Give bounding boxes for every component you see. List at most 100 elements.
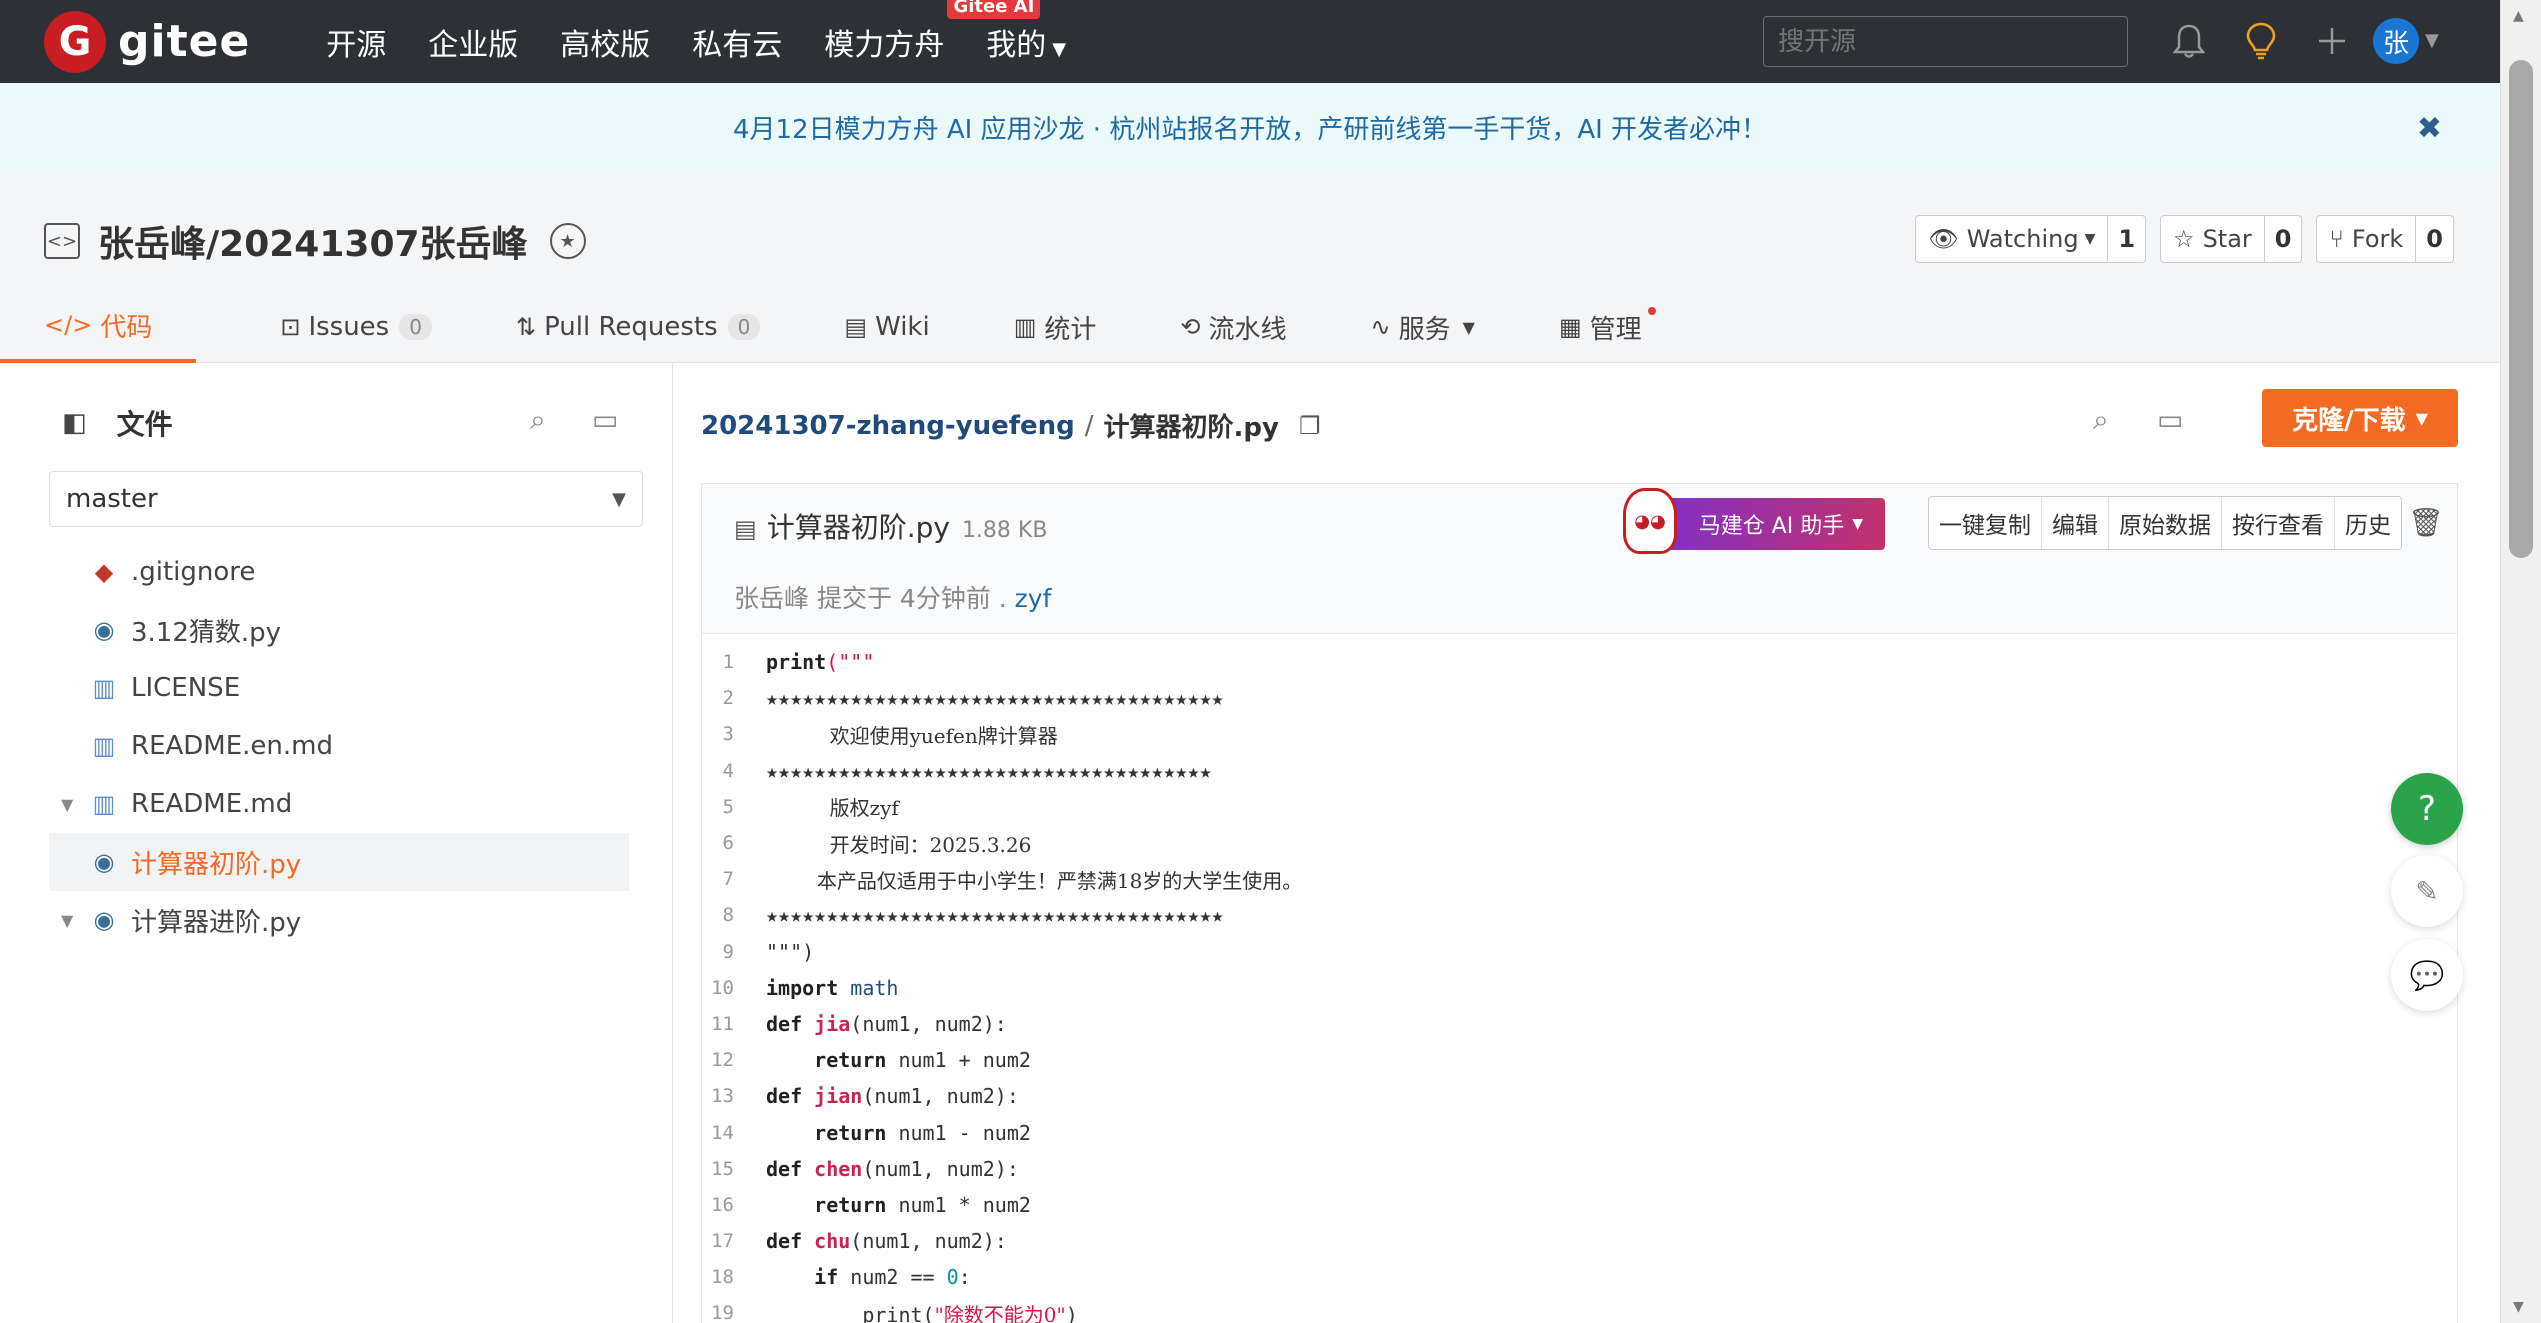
code-token: (""" (826, 650, 875, 675)
tab-pipeline[interactable]: ⟲ 流水线 (1180, 291, 1286, 363)
tree-item-calculator-basic[interactable]: ◉ 计算器初阶.py (49, 833, 629, 891)
clone-download-button[interactable]: 克隆/下载 ▼ (2262, 389, 2458, 447)
nav-link-private-cloud[interactable]: 私有云 (692, 20, 782, 64)
star-count[interactable]: 0 (2265, 216, 2302, 262)
star-button[interactable]: ☆ Star 0 (2160, 215, 2303, 263)
line-number[interactable]: 15 (702, 1158, 766, 1180)
search-icon[interactable]: ⌕ (2093, 403, 2109, 437)
tree-item-guess-number[interactable]: ◉ 3.12猜数.py (49, 601, 629, 659)
line-number[interactable]: 2 (702, 687, 766, 709)
tab-services[interactable]: ∿ 服务 ▼ (1371, 291, 1475, 363)
tree-item-readme[interactable]: ▼ ▥ README.md (49, 775, 629, 833)
gitee-logo[interactable]: G gitee (44, 10, 250, 73)
tab-code[interactable]: </> 代码 (0, 291, 197, 363)
tab-issues[interactable]: ⊡ Issues 0 (280, 291, 432, 363)
scroll-down-icon[interactable]: ▼ (2513, 1299, 2524, 1315)
tree-item-label: 计算器初阶.py (131, 849, 302, 880)
monitor-icon[interactable]: ▭ (2157, 403, 2183, 436)
user-avatar[interactable]: 张 (2373, 18, 2419, 64)
watching-button[interactable]: 👁 Watching ▼ 1 (1915, 215, 2147, 263)
repo-title[interactable]: 张岳峰/20241307张岳峰 (98, 215, 528, 267)
chat-button[interactable]: 💬 (2391, 939, 2463, 1011)
line-number[interactable]: 11 (702, 1013, 766, 1035)
scroll-thumb[interactable] (2509, 60, 2533, 558)
lightbulb-icon[interactable] (2240, 20, 2282, 62)
search-icon[interactable]: ⌕ (530, 403, 546, 437)
tree-item-gitignore[interactable]: ◆ .gitignore (49, 543, 629, 601)
edit-button[interactable]: 编辑 (2042, 497, 2109, 549)
sidebar-toggle-icon[interactable]: ◧ (62, 408, 87, 438)
line-number[interactable]: 7 (702, 868, 766, 890)
badge-icon[interactable]: ★ (549, 223, 586, 259)
plus-icon[interactable] (2311, 20, 2353, 62)
avatar-chevron-down-icon[interactable]: ▼ (2425, 30, 2439, 51)
fork-count[interactable]: 0 (2416, 216, 2453, 262)
code-token: chen (814, 1156, 863, 1181)
line-number[interactable]: 19 (702, 1302, 766, 1323)
line-number[interactable]: 9 (702, 941, 766, 963)
tab-manage[interactable]: ▦ 管理 (1559, 291, 1656, 363)
blame-button[interactable]: 按行查看 (2222, 497, 2335, 549)
nav-link-mine[interactable]: 我的 ▼ (986, 20, 1066, 64)
nav-link-education[interactable]: 高校版 (560, 20, 650, 64)
copy-all-button[interactable]: 一键复制 (1929, 497, 2042, 549)
nav-link-enterprise[interactable]: 企业版 (428, 20, 518, 64)
search-input[interactable] (1763, 16, 2128, 67)
edit-note-icon: ✎ (2415, 874, 2439, 908)
line-number[interactable]: 5 (702, 796, 766, 818)
tab-stats[interactable]: ▥ 统计 (1014, 291, 1097, 363)
monitor-icon[interactable]: ▭ (592, 403, 618, 436)
tab-issues-count: 0 (399, 314, 432, 340)
tab-issues-label: Issues (308, 312, 390, 342)
ai-assistant-button[interactable]: ◕◕ 马建仓 AI 助手 ▼ (1623, 488, 1885, 554)
branch-select[interactable]: master ▼ (49, 471, 643, 527)
line-number[interactable]: 6 (702, 832, 766, 854)
close-icon[interactable]: ✖ (2417, 111, 2442, 146)
code-token: jian (814, 1084, 863, 1109)
code-token: ) (1065, 1302, 1078, 1323)
line-number[interactable]: 10 (702, 977, 766, 999)
tab-wiki[interactable]: ▤ Wiki (844, 291, 929, 363)
nav-link-opensource[interactable]: 开源 (326, 20, 386, 64)
code-line: 3 欢迎使用yuefen牌计算器 (702, 716, 2457, 752)
raw-button[interactable]: 原始数据 (2109, 497, 2222, 549)
expand-icon[interactable]: ▼ (61, 795, 73, 814)
tree-item-readme-en[interactable]: ▥ README.en.md (49, 717, 629, 775)
commit-user[interactable]: zyf (1015, 584, 1052, 613)
tree-item-label: .gitignore (131, 557, 256, 587)
line-number[interactable]: 14 (702, 1122, 766, 1144)
tree-item-calculator-advanced[interactable]: ▼ ◉ 计算器进阶.py (49, 891, 629, 949)
watching-count[interactable]: 1 (2108, 216, 2145, 262)
feedback-button[interactable]: ✎ (2391, 855, 2463, 927)
line-number[interactable]: 17 (702, 1230, 766, 1252)
line-number[interactable]: 8 (702, 904, 766, 926)
fork-label: Fork (2351, 225, 2404, 253)
trash-icon[interactable]: 🗑 (2408, 506, 2444, 539)
copy-icon[interactable]: ❐ (1299, 412, 1321, 440)
nav-link-moli[interactable]: 模力方舟 Gitee AI (824, 0, 1041, 64)
fork-button[interactable]: ⑂ Fork 0 (2316, 215, 2454, 263)
line-number[interactable]: 16 (702, 1194, 766, 1216)
code-token: ★★★★★★★★★★★★★★★★★★★★★★★★★★★★★★★★★★★★★★ (766, 903, 1224, 928)
line-number[interactable]: 18 (702, 1266, 766, 1288)
commit-author[interactable]: 张岳峰 (734, 584, 809, 613)
scroll-up-icon[interactable]: ▲ (2513, 8, 2524, 24)
line-number[interactable]: 1 (702, 651, 766, 673)
banner-text[interactable]: 4月12日模力方舟 AI 应用沙龙 · 杭州站报名开放，产研前线第一手干货，AI… (733, 109, 1767, 146)
bell-icon[interactable] (2168, 20, 2210, 62)
breadcrumb-repo[interactable]: 20241307-zhang-yuefeng (701, 411, 1075, 441)
history-button[interactable]: 历史 (2335, 497, 2401, 549)
code-token: (num1, num2): (862, 1156, 1019, 1181)
tree-item-license[interactable]: ▥ LICENSE (49, 659, 629, 717)
page-scrollbar[interactable]: ▲ ▼ (2500, 0, 2541, 1323)
expand-icon[interactable]: ▼ (61, 911, 73, 930)
line-number[interactable]: 13 (702, 1085, 766, 1107)
line-number[interactable]: 3 (702, 723, 766, 745)
help-button[interactable]: ? (2391, 773, 2463, 845)
tab-pull-requests[interactable]: ⇅ Pull Requests 0 (516, 291, 761, 363)
line-number[interactable]: 4 (702, 760, 766, 782)
fork-icon: ⑂ (2329, 225, 2344, 253)
line-number[interactable]: 12 (702, 1049, 766, 1071)
code-line: 13 def jian(num1, num2): (702, 1078, 2457, 1114)
file-tree-header: ◧ 文件 (62, 403, 173, 443)
